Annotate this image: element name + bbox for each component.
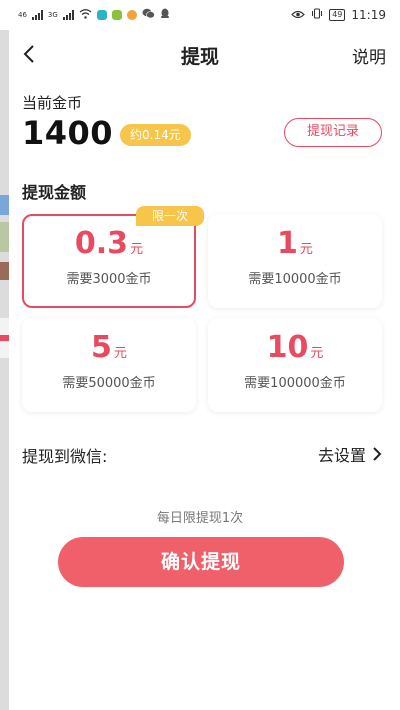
network-type-left: 46 (18, 11, 27, 19)
withdraw-records-button[interactable]: 提现记录 (284, 118, 382, 147)
eye-icon (291, 8, 306, 22)
amount-unit: 元 (299, 242, 313, 257)
amount-requirement: 需要10000金币 (248, 272, 342, 287)
qq-icon (160, 8, 170, 22)
help-link[interactable]: 说明 (352, 43, 386, 68)
wifi-icon (79, 8, 92, 22)
status-bar: 46 3G 49 11:19 (0, 0, 400, 30)
amount-requirement: 需要100000金币 (244, 376, 346, 391)
left-edge-strip (0, 0, 9, 710)
top-nav-bar: 提现 说明 (0, 30, 400, 78)
amount-unit: 元 (310, 346, 324, 361)
amount-value: 0.3 (74, 226, 129, 261)
amount-option-5[interactable]: 5元 需要50000金币 (22, 318, 196, 412)
network-type-right: 3G (47, 11, 58, 19)
amount-option-1[interactable]: 1元 需要10000金币 (208, 214, 382, 308)
app-notification-icon (96, 10, 107, 20)
amount-option-0-3[interactable]: 0.3 元 需要3000金币 (22, 214, 196, 308)
amount-value: 10 (266, 330, 309, 365)
balance-approx-badge: 约0.14元 (120, 124, 191, 146)
vibrate-icon (311, 8, 323, 22)
limit-once-badge: 限一次 (136, 206, 204, 226)
go-settings-label: 去设置 (317, 446, 366, 465)
go-settings-link[interactable]: 去设置 (318, 442, 382, 466)
signal-icon-2 (62, 10, 74, 20)
battery-indicator: 49 (329, 9, 346, 21)
chevron-right-icon (373, 447, 382, 461)
amount-option-10[interactable]: 10 元 需要100000金币 (208, 318, 382, 412)
page-title: 提现 (180, 46, 219, 68)
amount-unit: 元 (130, 242, 144, 257)
status-time: 11:19 (351, 8, 386, 22)
amount-requirement: 需要50000金币 (62, 376, 156, 391)
amount-requirement: 需要3000金币 (66, 272, 152, 287)
amount-value: 5 (91, 330, 112, 365)
amount-value: 1 (277, 226, 298, 261)
amount-unit: 元 (113, 346, 127, 361)
withdraw-amount-title: 提现金额 (22, 183, 87, 202)
wechat-icon (142, 8, 155, 22)
app-notification-icon-3 (126, 10, 137, 20)
confirm-withdraw-button[interactable]: 确认提现 (58, 537, 344, 587)
signal-icon (31, 10, 43, 20)
withdraw-to-wechat-label: 提现到微信: (22, 447, 108, 466)
coin-balance: 1400 (22, 114, 114, 152)
daily-limit-note: 每日限提现1次 (156, 511, 244, 526)
balance-label: 当前金币 (22, 94, 83, 112)
app-notification-icon-2 (111, 10, 122, 20)
